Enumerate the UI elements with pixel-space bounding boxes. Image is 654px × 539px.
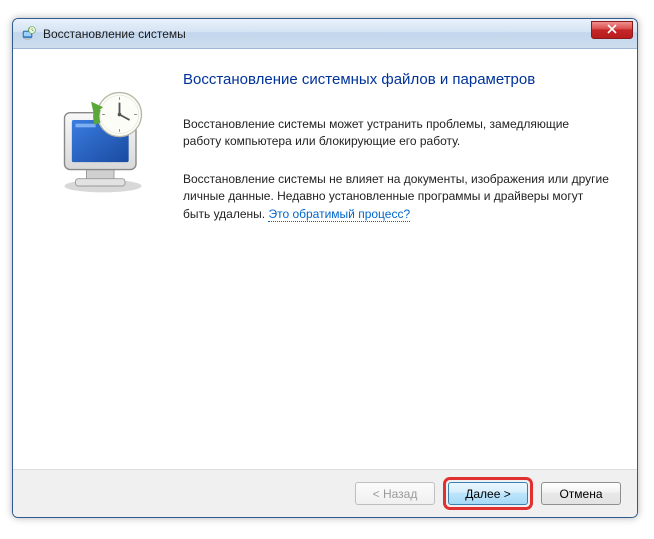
illustration-column: [33, 69, 173, 459]
close-button[interactable]: [591, 21, 633, 39]
window-title: Восстановление системы: [43, 27, 186, 41]
description-paragraph-2: Восстановление системы не влияет на доку…: [183, 171, 609, 223]
next-button[interactable]: Далее >: [448, 482, 528, 505]
content-area: Восстановление системных файлов и параме…: [13, 49, 637, 469]
system-restore-icon: [21, 26, 37, 42]
next-button-highlight: Далее >: [443, 477, 533, 510]
text-column: Восстановление системных файлов и параме…: [173, 69, 609, 459]
description-paragraph-1: Восстановление системы может устранить п…: [183, 116, 609, 151]
button-bar: < Назад Далее > Отмена: [13, 469, 637, 517]
titlebar: Восстановление системы: [13, 19, 637, 49]
dialog-window: Восстановление системы: [12, 18, 638, 518]
system-restore-illustration-icon: [48, 87, 158, 200]
cancel-button[interactable]: Отмена: [541, 482, 621, 505]
close-icon: [607, 23, 617, 37]
reversible-process-link[interactable]: Это обратимый процесс?: [268, 207, 410, 222]
back-button: < Назад: [355, 482, 435, 505]
page-heading: Восстановление системных файлов и параме…: [183, 71, 609, 88]
